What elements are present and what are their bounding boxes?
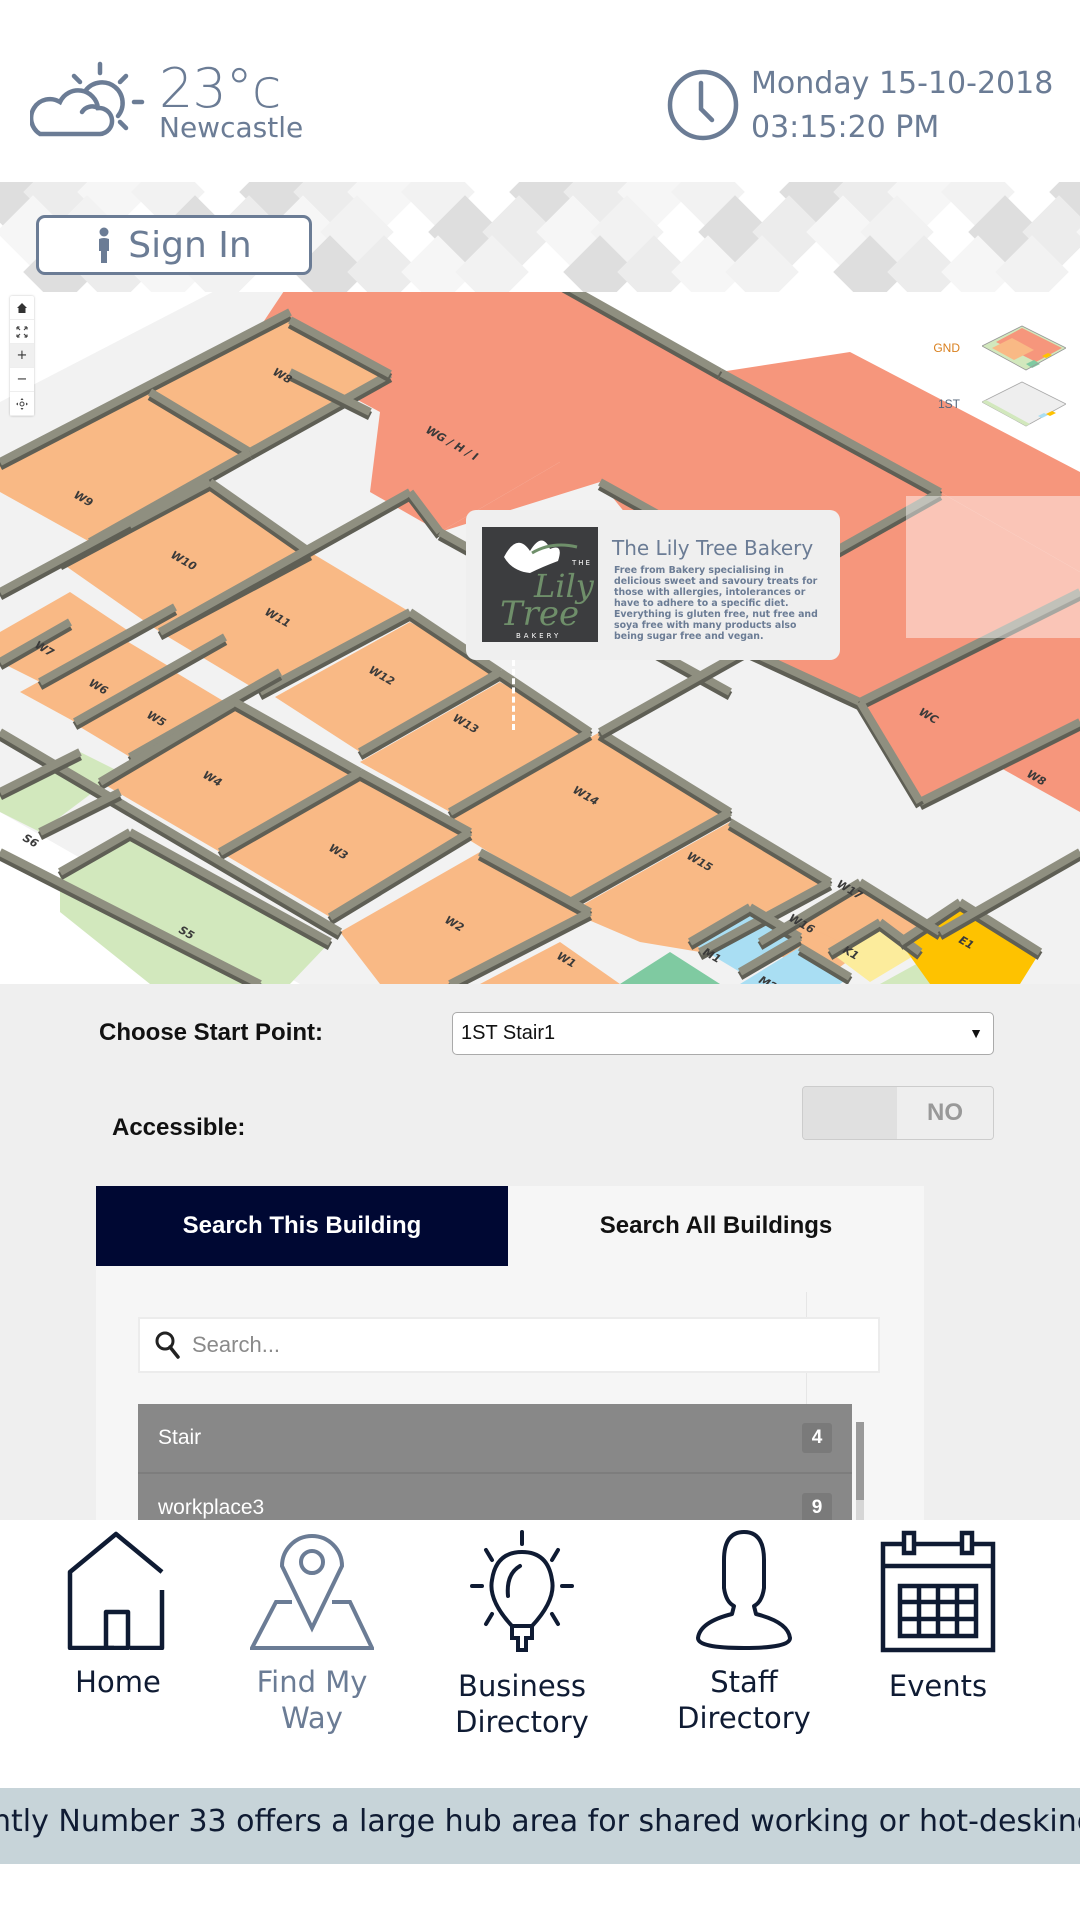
header: 23°c Newcastle Monday 15-10-2018 03:15:2… [0, 0, 1080, 180]
search-input[interactable] [192, 1332, 872, 1358]
nav-label: Home [75, 1665, 161, 1699]
home-icon[interactable] [10, 296, 34, 320]
nav-label-line: Directory [455, 1705, 589, 1739]
calendar-icon [880, 1530, 996, 1653]
nav-label: Staff Directory [654, 1664, 834, 1736]
sign-in-button[interactable]: Sign In [36, 215, 312, 275]
floor-label: 1ST [937, 397, 960, 411]
weather-text: 23°c Newcastle [159, 60, 303, 142]
svg-text:BAKERY: BAKERY [516, 632, 561, 640]
nav-home[interactable]: Home [28, 1530, 208, 1700]
floor-switcher: GND 1ST [910, 320, 1080, 432]
scrollbar-thumb[interactable] [856, 1422, 864, 1500]
result-count-badge: 4 [802, 1423, 832, 1453]
toggle-value: NO [897, 1087, 993, 1139]
floor-option-gnd[interactable]: GND [910, 320, 1080, 376]
dropdown-arrow-icon: ▼ [969, 1025, 983, 1041]
business-logo: THE Lily Tree BAKERY [482, 527, 598, 642]
map-overlay-fade [906, 496, 1080, 638]
result-name: workplace3 [158, 1496, 265, 1519]
nav-label: Find My Way [222, 1664, 402, 1736]
fullscreen-icon[interactable] [10, 320, 34, 344]
clock-icon [667, 69, 739, 141]
weather-widget: 23°c Newcastle [30, 60, 303, 142]
floor-map[interactable]: W8 WG / H / I W9 W10 W11 W12 W13 W7 W6 W… [0, 292, 1080, 984]
map-controls: + − [10, 296, 34, 416]
route-panel: Choose Start Point: 1ST Stair1 ▼ Accessi… [0, 984, 1080, 1520]
search-panel: Search This Building Search All Building… [96, 1186, 924, 1520]
list-item[interactable]: workplace3 9 [138, 1474, 852, 1520]
result-name: Stair [158, 1426, 202, 1449]
room-label: S6 [21, 831, 41, 850]
nav-find-my-way[interactable]: Find My Way [222, 1530, 402, 1736]
map-pin-icon [250, 1534, 374, 1650]
search-field[interactable] [138, 1317, 880, 1373]
person-bust-icon [696, 1530, 792, 1650]
nav-label-line: Way [281, 1701, 343, 1735]
results-scrollbar[interactable] [856, 1422, 864, 1520]
accessible-toggle[interactable]: NO [802, 1086, 994, 1140]
floor-thumbnail-1st [982, 381, 1066, 427]
floor-thumbnail-gnd [982, 325, 1066, 371]
start-point-select[interactable]: 1ST Stair1 ▼ [452, 1012, 994, 1055]
zoom-out-icon[interactable]: − [10, 368, 34, 392]
business-name: The Lily Tree Bakery [612, 536, 814, 560]
start-point-value: 1ST Stair1 [461, 1022, 556, 1044]
lightbulb-icon [470, 1530, 574, 1652]
partly-cloudy-icon [30, 61, 145, 137]
lily-flower-icon: THE Lily Tree BAKERY [500, 540, 595, 640]
business-info-card[interactable]: THE Lily Tree BAKERY The Lily Tree Baker… [466, 510, 840, 660]
list-item[interactable]: Stair 4 [138, 1404, 852, 1474]
home-icon [67, 1531, 165, 1650]
business-description: Free from Bakery specialising in delicio… [614, 565, 818, 642]
datetime-widget: Monday 15-10-2018 03:15:20 PM [665, 62, 1053, 150]
city-name: Newcastle [159, 111, 304, 144]
news-ticker: ntly Number 33 offers a large hub area f… [0, 1788, 1080, 1864]
tab-search-this-building[interactable]: Search This Building [96, 1186, 508, 1266]
card-pointer-line [512, 660, 515, 730]
nav-label-line: Find My [256, 1665, 368, 1699]
sign-in-label: Sign In [128, 224, 252, 266]
svg-text:Tree: Tree [500, 594, 579, 634]
nav-label: Events [888, 1669, 988, 1703]
person-icon [99, 227, 110, 263]
result-count-badge: 9 [802, 1493, 832, 1520]
nav-business-directory[interactable]: Business Directory [432, 1530, 612, 1740]
floor-label: GND [933, 341, 960, 355]
nav-label-line: Staff [710, 1665, 778, 1699]
accessible-label: Accessible: [112, 1114, 246, 1141]
zoom-in-icon[interactable]: + [10, 344, 34, 368]
nav-label-line: Business [458, 1669, 586, 1703]
current-date: Monday 15-10-2018 [751, 66, 1054, 101]
temperature: 23°c [159, 57, 281, 120]
floor-option-1st[interactable]: 1ST [910, 376, 1080, 432]
pan-icon[interactable] [10, 392, 34, 416]
tab-search-all-buildings[interactable]: Search All Buildings [508, 1186, 924, 1266]
nav-events[interactable]: Events [848, 1530, 1028, 1704]
search-results: Stair 4 workplace3 9 [138, 1404, 852, 1520]
nav-staff-directory[interactable]: Staff Directory [654, 1530, 834, 1736]
datetime-text: Monday 15-10-2018 03:15:20 PM [751, 62, 1053, 150]
toggle-knob [803, 1087, 897, 1139]
bottom-nav: Home Find My Way Business Directory Staf… [0, 1520, 1080, 1788]
ticker-text: ntly Number 33 offers a large hub area f… [0, 1804, 1080, 1839]
svg-text:THE: THE [571, 559, 592, 567]
start-point-label: Choose Start Point: [99, 1019, 324, 1046]
current-time: 03:15:20 PM [751, 110, 940, 145]
nav-label: Business Directory [432, 1668, 612, 1740]
search-icon [155, 1331, 180, 1359]
nav-label-line: Directory [677, 1701, 811, 1735]
